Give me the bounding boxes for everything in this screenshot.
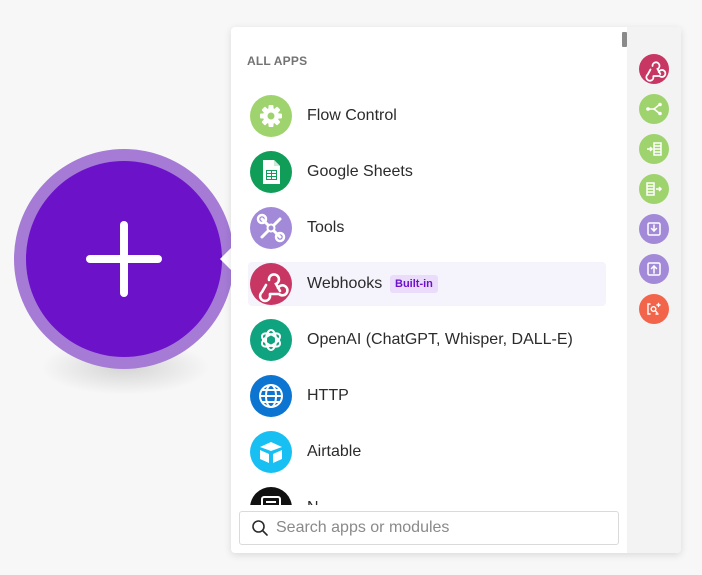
search-box xyxy=(239,511,619,545)
app-list: ALL APPS Flow Control Google Sheets Tool… xyxy=(231,27,627,505)
airtable-icon xyxy=(250,431,292,473)
export-icon[interactable] xyxy=(639,254,669,284)
webhook-icon[interactable] xyxy=(639,54,669,84)
tool-strip xyxy=(627,27,681,553)
search-input[interactable] xyxy=(276,512,606,544)
webhook-icon xyxy=(250,263,292,305)
app-label: Google Sheets xyxy=(307,163,413,180)
app-item-openai[interactable]: OpenAI (ChatGPT, Whisper, DALL-E) xyxy=(248,318,606,362)
router-icon[interactable] xyxy=(639,94,669,124)
app-label: Webhooks xyxy=(307,275,383,292)
openai-icon xyxy=(250,319,292,361)
ai-search-icon[interactable] xyxy=(639,294,669,324)
aggregator-icon[interactable] xyxy=(639,174,669,204)
app-label: Flow Control xyxy=(307,107,397,124)
app-label: OpenAI (ChatGPT, Whisper, DALL-E) xyxy=(307,331,573,348)
globe-icon xyxy=(250,375,292,417)
search-icon xyxy=(252,520,268,536)
plus-icon xyxy=(86,221,162,297)
app-item-webhooks[interactable]: Webhooks Built-in xyxy=(248,262,606,306)
panel-pointer xyxy=(220,248,231,270)
spreadsheet-icon xyxy=(250,151,292,193)
app-label: HTTP xyxy=(307,387,349,404)
app-item-airtable[interactable]: Airtable xyxy=(248,430,606,474)
app-label: N xyxy=(307,499,319,505)
iterator-icon[interactable] xyxy=(639,134,669,164)
import-icon[interactable] xyxy=(639,214,669,244)
app-picker-panel: ALL APPS Flow Control Google Sheets Tool… xyxy=(231,27,681,553)
built-in-badge: Built-in xyxy=(390,275,438,293)
app-item-flow-control[interactable]: Flow Control xyxy=(248,94,606,138)
wrench-icon xyxy=(250,207,292,249)
add-module-button[interactable] xyxy=(26,161,222,357)
app-item-notion[interactable]: N xyxy=(248,486,606,505)
app-item-tools[interactable]: Tools xyxy=(248,206,606,250)
app-label: Airtable xyxy=(307,443,362,460)
app-label: Tools xyxy=(307,219,345,236)
notion-icon xyxy=(250,487,292,505)
app-item-google-sheets[interactable]: Google Sheets xyxy=(248,150,606,194)
gear-icon xyxy=(250,95,292,137)
app-item-http[interactable]: HTTP xyxy=(248,374,606,418)
section-title: ALL APPS xyxy=(247,54,308,68)
scenario-canvas: ALL APPS Flow Control Google Sheets Tool… xyxy=(0,0,702,575)
